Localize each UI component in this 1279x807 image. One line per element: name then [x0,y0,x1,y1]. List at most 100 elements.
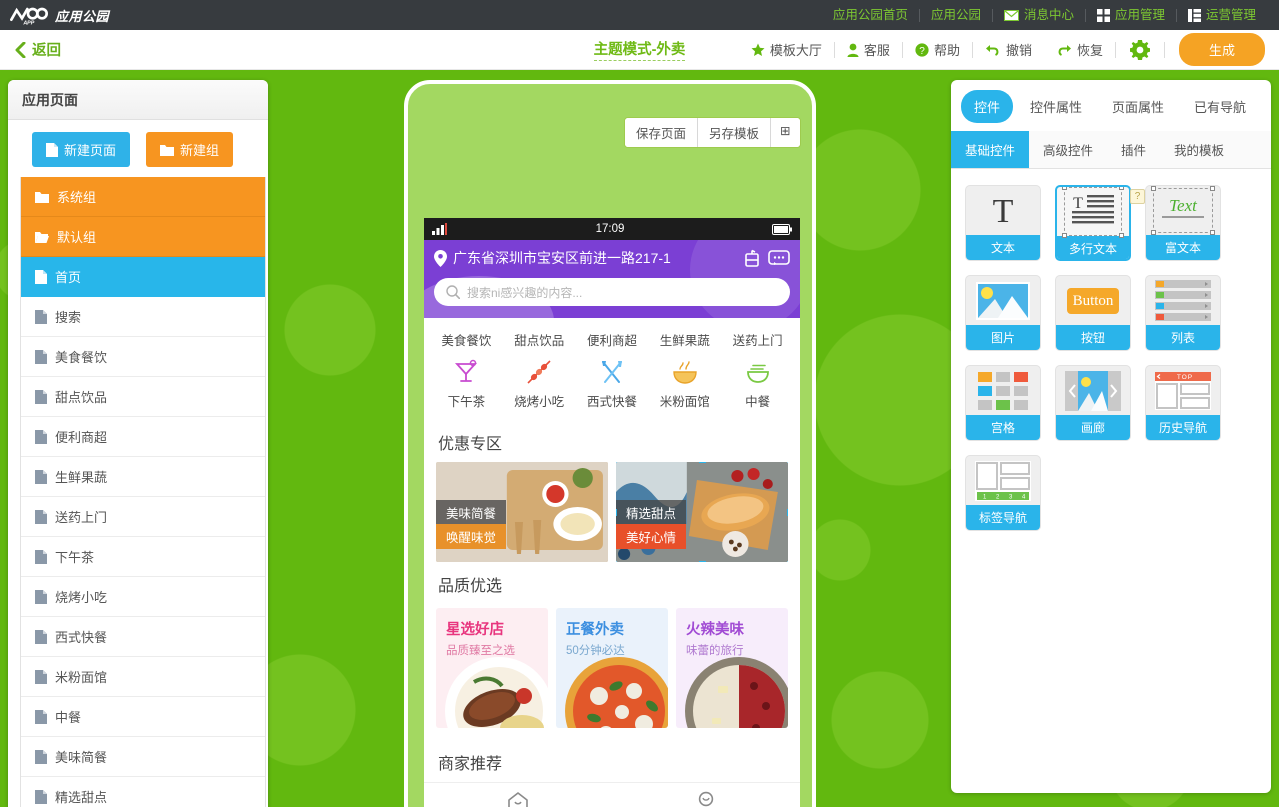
action-label: 恢复 [1076,43,1103,58]
widget-box[interactable]: 图片 [965,275,1041,351]
widget-box[interactable]: T 文本 [965,185,1041,261]
widget-rich-text[interactable]: Text 富文本 [1145,185,1221,261]
widget-box[interactable]: Button 按钮 [1055,275,1131,351]
resize-handle-nw[interactable] [616,462,617,463]
promo-tag-primary: 精选甜点 [616,500,687,525]
widget-box[interactable]: 列表 [1145,275,1221,351]
new-page-button[interactable]: 新建页面 [32,132,131,167]
widget-box[interactable]: T 多行文本 [1055,185,1131,261]
message-icon[interactable] [768,248,790,268]
category-item-dessert[interactable]: 甜点饮品 [514,330,564,349]
tab-widget-properties[interactable]: 控件属性 [1017,90,1095,123]
subtab-plugins[interactable]: 插件 [1107,131,1160,168]
category-item-convenience[interactable]: 便利商超 [587,330,637,349]
back-button[interactable]: 返回 [0,30,75,70]
promo-card-1[interactable]: 美味简餐 唤醒味觉 [436,462,608,562]
topnav-item-messages[interactable]: 消息中心 [993,7,1085,23]
widget-button[interactable]: Button 按钮 [1055,275,1131,351]
save-as-template-button[interactable]: 另存模板 [698,118,772,147]
new-group-button[interactable]: 新建组 [146,132,234,167]
layout-grid-button[interactable]: ⊞ [771,118,800,147]
pages-list-item-system-group[interactable]: 系统组 [21,177,265,217]
phone-search-bar[interactable]: 搜索ni感兴趣的内容... [434,278,790,306]
category-item-food[interactable]: 美食餐饮 [441,330,491,349]
widget-box[interactable]: 宫格 [965,365,1041,441]
widget-list[interactable]: 列表 [1145,275,1221,351]
phone-status-bar: 17:09 [424,218,800,240]
save-page-button[interactable]: 保存页面 [625,118,699,147]
widget-image[interactable]: 图片 [965,275,1041,351]
tab-page-properties[interactable]: 页面属性 [1099,90,1177,123]
widget-box[interactable]: 1 2 3 4 标签导航 [965,455,1041,531]
subtab-basic-widgets[interactable]: 基础控件 [951,131,1030,168]
category-item-medicine[interactable]: 送药上门 [733,330,783,349]
category-item-fresh[interactable]: 生鲜果蔬 [660,330,710,349]
help-badge[interactable]: ? [1130,189,1145,204]
template-hall-button[interactable]: 模板大厅 [739,40,834,59]
widget-grid-layout[interactable]: 宫格 [965,365,1041,441]
settings-button[interactable] [1116,39,1164,60]
category-item-noodle[interactable]: 米粉面馆 [654,359,716,410]
pages-list-item-search[interactable]: 搜索 [21,297,265,337]
widget-history-nav[interactable]: TOP 历史导航 [1145,365,1221,441]
generate-button[interactable]: 生成 [1178,33,1265,66]
quality-card-2[interactable]: 正餐外卖 50分钟必达 [556,608,668,728]
pages-list-item-noodle[interactable]: 米粉面馆 [21,657,265,697]
page-title[interactable]: 主题模式-外卖 [593,38,686,61]
tab-widgets[interactable]: 控件 [961,90,1014,123]
undo-button[interactable]: 撤销 [973,40,1044,59]
widget-box[interactable]: Text 富文本 [1145,185,1221,261]
quality-card-3[interactable]: 火辣美味 味蕾的旅行 [676,608,788,728]
help-button[interactable]: ? 帮助 [903,40,972,59]
pages-list-item-food[interactable]: 美食餐饮 [21,337,265,377]
resize-handle-ne[interactable] [787,462,788,463]
logo[interactable]: APP 应用公园 [10,4,109,26]
subtab-my-templates[interactable]: 我的模板 [1160,131,1238,168]
category-item-western-fastfood[interactable]: 西式快餐 [581,359,643,410]
widget-multiline-text[interactable]: T 多行文本 ? [1055,185,1145,261]
pages-list-item-bbq[interactable]: 烧烤小吃 [21,577,265,617]
widget-text[interactable]: T 文本 [965,185,1041,261]
undo-icon [985,45,999,56]
redo-button[interactable]: 恢复 [1044,40,1115,59]
widget-gallery[interactable]: 画廊 [1055,365,1131,441]
pages-list-item-medicine[interactable]: 送药上门 [21,497,265,537]
pages-list-item-tasty-meal[interactable]: 美味简餐 [21,737,265,777]
subtab-advanced-widgets[interactable]: 高级控件 [1029,131,1107,168]
scan-icon[interactable] [742,248,762,268]
pages-list-item-dessert[interactable]: 甜点饮品 [21,377,265,417]
pages-list-item-chinese[interactable]: 中餐 [21,697,265,737]
widget-box[interactable]: 画廊 [1055,365,1131,441]
pages-list-item-fresh[interactable]: 生鲜果蔬 [21,457,265,497]
customer-service-button[interactable]: 客服 [835,40,902,59]
widget-box[interactable]: TOP 历史导航 [1145,365,1221,441]
pages-list-item-afternoon-tea[interactable]: 下午茶 [21,537,265,577]
category-item-afternoon-tea[interactable]: 下午茶 [435,359,497,410]
pages-list-item-default-group[interactable]: 默认组 [21,217,265,257]
tab-existing-nav[interactable]: 已有导航 [1181,90,1259,123]
footer-nav-item-mine[interactable]: 我的 [612,791,800,807]
category-item-chinese[interactable]: 中餐 [727,359,789,410]
resize-handle-w[interactable] [616,509,617,516]
topnav-item-app-management[interactable]: 应用管理 [1086,7,1176,23]
back-label: 返回 [32,43,61,59]
pages-list-item-home[interactable]: 首页 [21,257,265,297]
widget-tab-nav[interactable]: 1 2 3 4 标签导航 [965,455,1041,531]
pages-list-item-convenience[interactable]: 便利商超 [21,417,265,457]
category-item-bbq[interactable]: 烧烤小吃 [508,359,570,410]
resize-handle-sw[interactable] [616,561,617,562]
pages-list-item-selected-dessert[interactable]: 精选甜点 [21,777,265,807]
topnav-item-appgarden[interactable]: 应用公园 [920,7,992,23]
promo-card-2[interactable]: 精选甜点 美好心情 [616,462,788,562]
topnav-item-operation-management[interactable]: 运营管理 [1177,7,1267,23]
quality-card-1[interactable]: 星选好店 品质臻至之选 [436,608,548,728]
address-row[interactable]: 广东省深圳市宝安区前进一路217-1 [434,248,790,268]
resize-handle-se[interactable] [787,561,788,562]
resize-handle-s[interactable] [699,561,706,562]
category-row-2: 下午茶 烧烤小吃 西式快餐 米粉面馆 中餐 [424,353,800,420]
footer-nav-item-home[interactable]: 首页 [424,791,612,807]
topnav-item-home[interactable]: 应用公园首页 [822,7,919,23]
pages-list-item-western-fastfood[interactable]: 西式快餐 [21,617,265,657]
resize-handle-n[interactable] [699,462,706,463]
resize-handle-e[interactable] [787,509,788,516]
